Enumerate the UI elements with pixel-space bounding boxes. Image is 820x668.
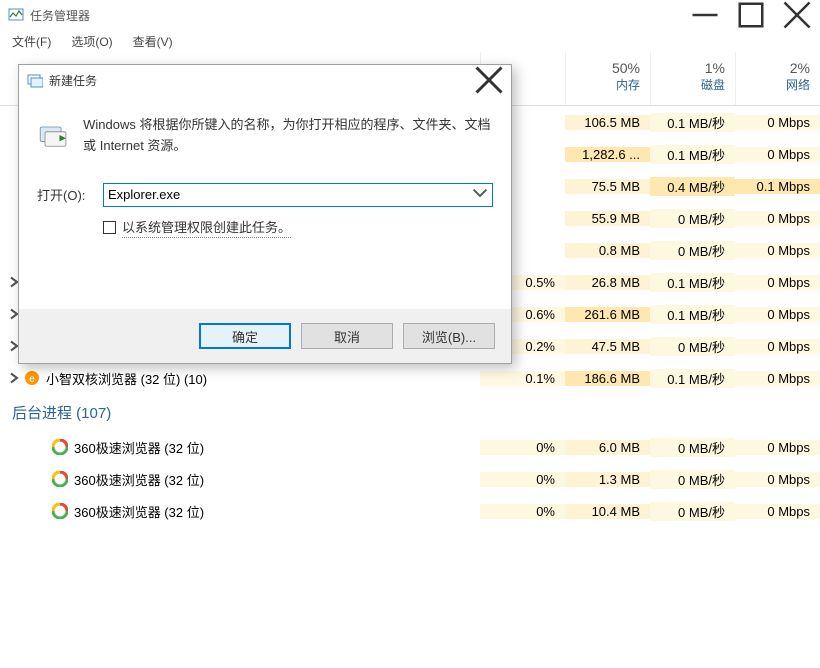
network-value: 0 Mbps <box>735 243 820 258</box>
open-input[interactable] <box>108 187 472 202</box>
task-manager-title: 任务管理器 <box>30 7 90 24</box>
360-icon <box>52 503 68 519</box>
task-manager-titlebar: 任务管理器 <box>0 0 820 30</box>
network-value: 0 Mbps <box>735 339 820 354</box>
background-processes-title: 后台进程 (107) <box>0 394 820 431</box>
disk-value: 0 MB/秒 <box>650 209 735 228</box>
menu-view[interactable]: 查看(V) <box>127 31 179 52</box>
network-value: 0 Mbps <box>735 147 820 162</box>
process-name: 小智双核浏览器 (32 位) (10) <box>46 369 207 388</box>
memory-value: 47.5 MB <box>565 339 650 354</box>
disk-value: 0 MB/秒 <box>650 337 735 356</box>
disk-value: 0.1 MB/秒 <box>650 113 735 132</box>
disk-value: 0.1 MB/秒 <box>650 273 735 292</box>
open-label: 打开(O): <box>37 185 103 204</box>
process-name-cell[interactable]: 360极速浏览器 (32 位) <box>0 438 480 457</box>
memory-value: 75.5 MB <box>565 179 650 194</box>
menu-options[interactable]: 选项(O) <box>65 31 118 52</box>
memory-value: 0.8 MB <box>565 243 650 258</box>
process-row[interactable]: 360极速浏览器 (32 位) 0%10.4 MB0 MB/秒0 Mbps <box>0 495 820 527</box>
network-value: 0.1 Mbps <box>735 179 820 194</box>
maximize-button[interactable] <box>728 0 774 30</box>
network-value: 0 Mbps <box>735 371 820 386</box>
disk-value: 0 MB/秒 <box>650 470 735 489</box>
menu-bar: 文件(F) 选项(O) 查看(V) <box>0 30 820 52</box>
disk-value: 0 MB/秒 <box>650 502 735 521</box>
disk-value: 0 MB/秒 <box>650 241 735 260</box>
cpu-value: 0% <box>480 504 565 519</box>
process-name: 360极速浏览器 (32 位) <box>74 470 204 489</box>
e-icon: e <box>24 370 40 386</box>
disk-value: 0 MB/秒 <box>650 438 735 457</box>
process-name-cell[interactable]: e 小智双核浏览器 (32 位) (10) <box>0 369 480 388</box>
expand-icon[interactable] <box>8 372 20 384</box>
ok-button[interactable]: 确定 <box>199 323 291 349</box>
disk-value: 0.1 MB/秒 <box>650 305 735 324</box>
memory-value: 10.4 MB <box>565 504 650 519</box>
cpu-value: 0% <box>480 472 565 487</box>
svg-text:e: e <box>29 374 35 385</box>
dialog-body: Windows 将根据你所键入的名称，为你打开相应的程序、文件夹、文档或 Int… <box>19 95 511 309</box>
admin-checkbox-label[interactable]: 以系统管理权限创建此任务。 <box>122 217 291 238</box>
memory-value: 1,282.6 ... <box>565 147 650 162</box>
process-name: 360极速浏览器 (32 位) <box>74 438 204 457</box>
memory-value: 1.3 MB <box>565 472 650 487</box>
memory-value: 186.6 MB <box>565 371 650 386</box>
process-name: 360极速浏览器 (32 位) <box>74 502 204 521</box>
network-value: 0 Mbps <box>735 307 820 322</box>
dialog-close-button[interactable] <box>467 65 511 95</box>
disk-value: 0.1 MB/秒 <box>650 145 735 164</box>
run-icon <box>27 72 43 88</box>
network-value: 0 Mbps <box>735 275 820 290</box>
dialog-titlebar[interactable]: 新建任务 <box>19 65 511 95</box>
memory-value: 106.5 MB <box>565 115 650 130</box>
new-task-dialog: 新建任务 Windows 将根据你所键入的名称，为你打开相应的程序、文件夹、文档… <box>18 64 512 364</box>
network-value: 0 Mbps <box>735 211 820 226</box>
dialog-message: Windows 将根据你所键入的名称，为你打开相应的程序、文件夹、文档或 Int… <box>83 115 493 157</box>
cancel-button[interactable]: 取消 <box>301 323 393 349</box>
memory-value: 261.6 MB <box>565 307 650 322</box>
process-row[interactable]: 360极速浏览器 (32 位) 0%6.0 MB0 MB/秒0 Mbps <box>0 431 820 463</box>
cpu-value: 0% <box>480 440 565 455</box>
combo-dropdown-icon[interactable] <box>472 188 488 201</box>
memory-value: 6.0 MB <box>565 440 650 455</box>
process-name-cell[interactable]: 360极速浏览器 (32 位) <box>0 502 480 521</box>
task-manager-icon <box>8 7 24 23</box>
network-value: 0 Mbps <box>735 115 820 130</box>
close-button[interactable] <box>774 0 820 30</box>
run-large-icon <box>37 115 69 155</box>
column-network[interactable]: 2% 网络 <box>735 52 820 105</box>
memory-value: 55.9 MB <box>565 211 650 226</box>
cpu-value: 0.1% <box>480 371 565 386</box>
admin-checkbox[interactable] <box>103 221 116 234</box>
360-icon <box>52 471 68 487</box>
disk-value: 0.1 MB/秒 <box>650 369 735 388</box>
memory-value: 26.8 MB <box>565 275 650 290</box>
dialog-footer: 确定 取消 浏览(B)... <box>19 309 511 363</box>
open-combo[interactable] <box>103 183 493 207</box>
column-memory[interactable]: 50% 内存 <box>565 52 650 105</box>
process-name-cell[interactable]: 360极速浏览器 (32 位) <box>0 470 480 489</box>
network-value: 0 Mbps <box>735 440 820 455</box>
network-value: 0 Mbps <box>735 472 820 487</box>
360-icon <box>52 439 68 455</box>
column-disk[interactable]: 1% 磁盘 <box>650 52 735 105</box>
process-row[interactable]: 360极速浏览器 (32 位) 0%1.3 MB0 MB/秒0 Mbps <box>0 463 820 495</box>
menu-file[interactable]: 文件(F) <box>6 31 57 52</box>
browse-button[interactable]: 浏览(B)... <box>403 323 495 349</box>
disk-value: 0.4 MB/秒 <box>650 177 735 196</box>
window-controls <box>682 0 820 30</box>
dialog-title: 新建任务 <box>49 72 97 89</box>
minimize-button[interactable] <box>682 0 728 30</box>
network-value: 0 Mbps <box>735 504 820 519</box>
process-row[interactable]: e 小智双核浏览器 (32 位) (10) 0.1%186.6 MB0.1 MB/秒… <box>0 362 820 394</box>
